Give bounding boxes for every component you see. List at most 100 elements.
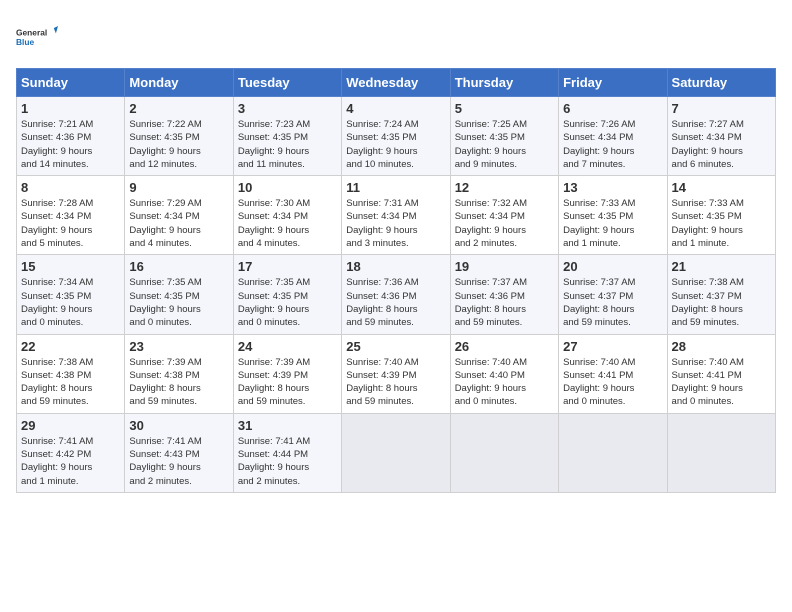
calendar-cell: 9 Sunrise: 7:29 AMSunset: 4:34 PMDaylight… [125, 176, 233, 255]
week-row-1: 1 Sunrise: 7:21 AMSunset: 4:36 PMDaylight… [17, 97, 776, 176]
calendar-cell [450, 413, 558, 492]
day-number: 16 [129, 259, 228, 274]
day-number: 9 [129, 180, 228, 195]
cell-info: Sunrise: 7:36 AMSunset: 4:36 PMDaylight:… [346, 276, 445, 329]
day-number: 19 [455, 259, 554, 274]
logo: General Blue [16, 16, 58, 58]
week-row-4: 22Sunrise: 7:38 AMSunset: 4:38 PMDayligh… [17, 334, 776, 413]
svg-text:General: General [16, 27, 47, 37]
cell-info: Sunrise: 7:22 AMSunset: 4:35 PMDaylight:… [129, 118, 228, 171]
day-number: 14 [672, 180, 771, 195]
day-number: 4 [346, 101, 445, 116]
day-number: 12 [455, 180, 554, 195]
calendar-cell [559, 413, 667, 492]
calendar-cell: 29 Sunrise: 7:41 AMSunset: 4:42 PMDayligh… [17, 413, 125, 492]
col-header-thursday: Thursday [450, 69, 558, 97]
calendar-cell: 21Sunrise: 7:38 AMSunset: 4:37 PMDayligh… [667, 255, 775, 334]
day-number: 21 [672, 259, 771, 274]
calendar-cell: 15 Sunrise: 7:34 AMSunset: 4:35 PMDayligh… [17, 255, 125, 334]
day-number: 7 [672, 101, 771, 116]
cell-info: Sunrise: 7:40 AMSunset: 4:41 PMDaylight:… [563, 356, 662, 409]
day-number: 2 [129, 101, 228, 116]
day-number: 15 [21, 259, 120, 274]
calendar-cell: 28 Sunrise: 7:40 AMSunset: 4:41 PMDayligh… [667, 334, 775, 413]
col-header-sunday: Sunday [17, 69, 125, 97]
cell-info: Sunrise: 7:26 AMSunset: 4:34 PMDaylight:… [563, 118, 662, 171]
calendar-cell: 12 Sunrise: 7:32 AMSunset: 4:34 PMDayligh… [450, 176, 558, 255]
week-row-3: 15 Sunrise: 7:34 AMSunset: 4:35 PMDayligh… [17, 255, 776, 334]
day-number: 10 [238, 180, 337, 195]
calendar-cell: 18Sunrise: 7:36 AMSunset: 4:36 PMDayligh… [342, 255, 450, 334]
calendar-cell: 22Sunrise: 7:38 AMSunset: 4:38 PMDayligh… [17, 334, 125, 413]
day-number: 28 [672, 339, 771, 354]
cell-info: Sunrise: 7:41 AMSunset: 4:42 PMDaylight:… [21, 435, 120, 488]
day-number: 27 [563, 339, 662, 354]
cell-info: Sunrise: 7:30 AMSunset: 4:34 PMDaylight:… [238, 197, 337, 250]
week-row-5: 29 Sunrise: 7:41 AMSunset: 4:42 PMDayligh… [17, 413, 776, 492]
day-number: 26 [455, 339, 554, 354]
cell-info: Sunrise: 7:39 AMSunset: 4:39 PMDaylight:… [238, 356, 337, 409]
calendar-cell: 6Sunrise: 7:26 AMSunset: 4:34 PMDaylight… [559, 97, 667, 176]
cell-info: Sunrise: 7:24 AMSunset: 4:35 PMDaylight:… [346, 118, 445, 171]
day-number: 11 [346, 180, 445, 195]
calendar-cell: 1 Sunrise: 7:21 AMSunset: 4:36 PMDaylight… [17, 97, 125, 176]
day-header-row: SundayMondayTuesdayWednesdayThursdayFrid… [17, 69, 776, 97]
cell-info: Sunrise: 7:41 AMSunset: 4:43 PMDaylight:… [129, 435, 228, 488]
cell-info: Sunrise: 7:34 AMSunset: 4:35 PMDaylight:… [21, 276, 120, 329]
day-number: 24 [238, 339, 337, 354]
cell-info: Sunrise: 7:35 AMSunset: 4:35 PMDaylight:… [238, 276, 337, 329]
calendar-cell: 4 Sunrise: 7:24 AMSunset: 4:35 PMDaylight… [342, 97, 450, 176]
col-header-friday: Friday [559, 69, 667, 97]
svg-text:Blue: Blue [16, 37, 34, 47]
calendar-cell [667, 413, 775, 492]
calendar-cell: 14 Sunrise: 7:33 AMSunset: 4:35 PMDayligh… [667, 176, 775, 255]
cell-info: Sunrise: 7:28 AMSunset: 4:34 PMDaylight:… [21, 197, 120, 250]
week-row-2: 8 Sunrise: 7:28 AMSunset: 4:34 PMDaylight… [17, 176, 776, 255]
calendar-cell: 7 Sunrise: 7:27 AMSunset: 4:34 PMDaylight… [667, 97, 775, 176]
cell-info: Sunrise: 7:27 AMSunset: 4:34 PMDaylight:… [672, 118, 771, 171]
day-number: 1 [21, 101, 120, 116]
calendar-cell: 8 Sunrise: 7:28 AMSunset: 4:34 PMDaylight… [17, 176, 125, 255]
calendar-cell: 2 Sunrise: 7:22 AMSunset: 4:35 PMDaylight… [125, 97, 233, 176]
cell-info: Sunrise: 7:25 AMSunset: 4:35 PMDaylight:… [455, 118, 554, 171]
calendar-cell: 19 Sunrise: 7:37 AMSunset: 4:36 PMDayligh… [450, 255, 558, 334]
calendar-cell: 11 Sunrise: 7:31 AMSunset: 4:34 PMDayligh… [342, 176, 450, 255]
cell-info: Sunrise: 7:40 AMSunset: 4:41 PMDaylight:… [672, 356, 771, 409]
day-number: 8 [21, 180, 120, 195]
cell-info: Sunrise: 7:32 AMSunset: 4:34 PMDaylight:… [455, 197, 554, 250]
cell-info: Sunrise: 7:41 AMSunset: 4:44 PMDaylight:… [238, 435, 337, 488]
calendar-cell: 24 Sunrise: 7:39 AMSunset: 4:39 PMDayligh… [233, 334, 341, 413]
calendar-cell: 26 Sunrise: 7:40 AMSunset: 4:40 PMDayligh… [450, 334, 558, 413]
calendar-cell: 23Sunrise: 7:39 AMSunset: 4:38 PMDayligh… [125, 334, 233, 413]
day-number: 22 [21, 339, 120, 354]
cell-info: Sunrise: 7:33 AMSunset: 4:35 PMDaylight:… [672, 197, 771, 250]
calendar-cell: 20Sunrise: 7:37 AMSunset: 4:37 PMDayligh… [559, 255, 667, 334]
day-number: 13 [563, 180, 662, 195]
col-header-saturday: Saturday [667, 69, 775, 97]
calendar-cell: 16 Sunrise: 7:35 AMSunset: 4:35 PMDayligh… [125, 255, 233, 334]
calendar-cell: 3 Sunrise: 7:23 AMSunset: 4:35 PMDaylight… [233, 97, 341, 176]
calendar-cell: 25Sunrise: 7:40 AMSunset: 4:39 PMDayligh… [342, 334, 450, 413]
day-number: 3 [238, 101, 337, 116]
cell-info: Sunrise: 7:35 AMSunset: 4:35 PMDaylight:… [129, 276, 228, 329]
cell-info: Sunrise: 7:40 AMSunset: 4:40 PMDaylight:… [455, 356, 554, 409]
day-number: 31 [238, 418, 337, 433]
day-number: 25 [346, 339, 445, 354]
cell-info: Sunrise: 7:23 AMSunset: 4:35 PMDaylight:… [238, 118, 337, 171]
calendar-cell: 30 Sunrise: 7:41 AMSunset: 4:43 PMDayligh… [125, 413, 233, 492]
cell-info: Sunrise: 7:29 AMSunset: 4:34 PMDaylight:… [129, 197, 228, 250]
cell-info: Sunrise: 7:33 AMSunset: 4:35 PMDaylight:… [563, 197, 662, 250]
calendar-cell: 13 Sunrise: 7:33 AMSunset: 4:35 PMDayligh… [559, 176, 667, 255]
calendar-cell: 27 Sunrise: 7:40 AMSunset: 4:41 PMDayligh… [559, 334, 667, 413]
cell-info: Sunrise: 7:21 AMSunset: 4:36 PMDaylight:… [21, 118, 120, 171]
calendar-table: SundayMondayTuesdayWednesdayThursdayFrid… [16, 68, 776, 493]
cell-info: Sunrise: 7:31 AMSunset: 4:34 PMDaylight:… [346, 197, 445, 250]
col-header-monday: Monday [125, 69, 233, 97]
day-number: 30 [129, 418, 228, 433]
day-number: 29 [21, 418, 120, 433]
header: General Blue [16, 16, 776, 58]
logo-svg: General Blue [16, 16, 58, 58]
calendar-cell: 31 Sunrise: 7:41 AMSunset: 4:44 PMDayligh… [233, 413, 341, 492]
cell-info: Sunrise: 7:39 AMSunset: 4:38 PMDaylight:… [129, 356, 228, 409]
cell-info: Sunrise: 7:37 AMSunset: 4:36 PMDaylight:… [455, 276, 554, 329]
